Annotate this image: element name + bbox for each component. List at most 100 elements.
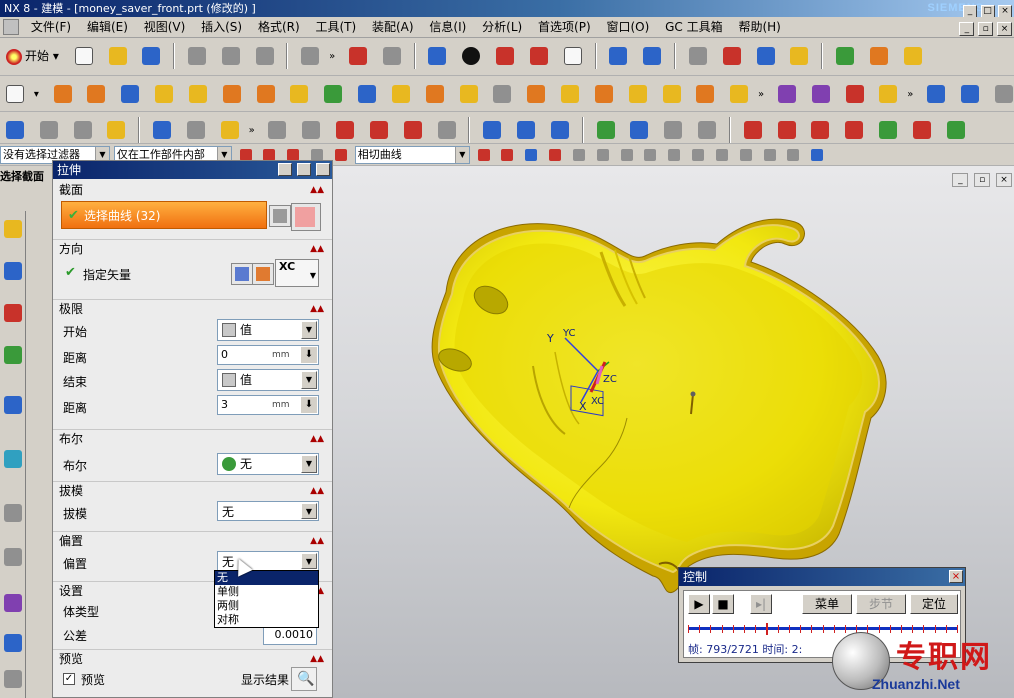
replace-button[interactable] (102, 116, 130, 143)
preview-group-header[interactable]: 预览 ▲▲ (53, 649, 332, 667)
next-frame-button[interactable] (806, 116, 834, 143)
open-file-button[interactable] (104, 42, 132, 70)
trim-body-button[interactable] (590, 80, 618, 108)
tools-button[interactable] (908, 116, 936, 143)
dialog-collapse-button[interactable] (297, 163, 312, 176)
vector-dialog-button[interactable] (252, 263, 274, 285)
control-panel-title-bar[interactable]: 控制 × (679, 568, 965, 586)
constraint-navigator-tab[interactable] (1, 259, 25, 283)
dialog-close-button[interactable] (316, 163, 330, 176)
menu-information[interactable]: 信息(I) (423, 17, 472, 38)
boolean-group-header[interactable]: 布尔 ▲▲ (53, 429, 332, 447)
offset-option-symmetric[interactable]: 对称 (215, 613, 318, 627)
step-button[interactable]: 步节 (856, 594, 906, 614)
surface-button[interactable] (922, 80, 950, 108)
next-button[interactable] (546, 146, 564, 164)
mirror-button[interactable] (725, 80, 753, 108)
fit-view-button[interactable] (344, 42, 372, 70)
split-body-button[interactable] (658, 80, 686, 108)
intersect-button[interactable] (421, 80, 449, 108)
last-frame-button[interactable] (840, 116, 868, 143)
datum-plane-button[interactable] (773, 80, 801, 108)
ruler-button[interactable] (865, 42, 893, 70)
wireframe-view-button[interactable] (491, 42, 519, 70)
offset-group-header[interactable]: 偏置 ▲▲ (53, 531, 332, 549)
draft-dropdown[interactable]: 无 ▼ (217, 501, 319, 521)
wcs-button[interactable] (718, 42, 746, 70)
through-curves-button[interactable] (956, 80, 984, 108)
web-browser-tab[interactable] (1, 393, 25, 417)
sketch-section-button[interactable] (269, 205, 291, 227)
snap-face-button[interactable] (784, 146, 802, 164)
show-result-button[interactable]: 🔍 (291, 667, 317, 691)
limits-group-header[interactable]: 极限 ▲▲ (53, 299, 332, 317)
menu-window[interactable]: 窗口(O) (600, 17, 655, 38)
minimize-button[interactable]: _ (963, 5, 977, 17)
unite-button[interactable] (353, 80, 381, 108)
snap-curve-button[interactable] (641, 146, 659, 164)
toolbar-overflow-icon[interactable]: » (329, 51, 339, 62)
toolbar-overflow-icon[interactable]: » (758, 89, 768, 100)
dialog-reset-button[interactable] (278, 163, 293, 176)
timeline-playhead[interactable] (766, 623, 768, 635)
pan-button[interactable] (378, 42, 406, 70)
reorder-button[interactable] (69, 116, 97, 143)
menu-file[interactable]: 文件(F) (25, 17, 77, 38)
roles-tab[interactable] (1, 667, 25, 691)
play-button[interactable]: ▶ (688, 594, 710, 614)
stack-features-button[interactable] (35, 116, 63, 143)
analysis-button[interactable] (831, 42, 859, 70)
cylinder-button[interactable] (150, 80, 178, 108)
snap-target-button[interactable] (713, 146, 731, 164)
maximize-button[interactable]: □ (980, 5, 995, 17)
undo-button[interactable] (296, 42, 324, 70)
stop-button[interactable]: ■ (712, 594, 734, 614)
limit-end-distance-input[interactable]: 3 mm ⬇ (217, 395, 319, 415)
delete-button[interactable] (841, 80, 869, 108)
menu-button[interactable]: 菜单 (802, 594, 852, 614)
limit-start-dropdown[interactable]: 值 ▼ (217, 319, 319, 341)
extrude-button[interactable] (49, 80, 77, 108)
cone-button[interactable] (184, 80, 212, 108)
revolve-button[interactable] (82, 80, 110, 108)
menu-help[interactable]: 帮助(H) (732, 17, 786, 38)
sweep-button[interactable] (990, 80, 1014, 108)
new-file-button[interactable] (70, 42, 98, 70)
manufacturing-wizard-tab[interactable] (1, 631, 25, 655)
reuse-library-tab[interactable] (1, 343, 25, 367)
feature-params-button[interactable] (1, 116, 29, 143)
solid-filter-button[interactable] (808, 146, 826, 164)
save-button[interactable] (137, 42, 165, 70)
cut-button[interactable] (183, 42, 211, 70)
render-style-button[interactable] (457, 42, 485, 70)
shaded-view-button[interactable] (423, 42, 451, 70)
snap-quadrant-button[interactable] (594, 146, 612, 164)
rectangle-select-button[interactable] (332, 146, 350, 164)
arrow-down-icon[interactable]: ⬇ (301, 397, 317, 413)
copy-button[interactable] (217, 42, 245, 70)
step-forward-button[interactable]: ▸| (750, 594, 772, 614)
snap-plus-button[interactable] (737, 146, 755, 164)
menu-analysis[interactable]: 分析(L) (476, 17, 528, 38)
export-button[interactable] (942, 116, 970, 143)
axes-button[interactable] (693, 116, 721, 143)
pattern-button[interactable] (691, 80, 719, 108)
history-tab[interactable] (1, 447, 25, 471)
section-group-header[interactable]: 截面 ▲▲ (53, 181, 332, 199)
process-studio-tab[interactable] (1, 591, 25, 615)
offset-option-two-sided[interactable]: 两侧 (215, 599, 318, 613)
measure-button[interactable] (785, 42, 813, 70)
reverse-direction-button[interactable] (231, 263, 253, 285)
prev-frame-button[interactable] (773, 116, 801, 143)
start-button[interactable]: 开始 ▾ (2, 42, 63, 70)
check-button[interactable] (592, 116, 620, 143)
menu-preferences[interactable]: 首选项(P) (532, 17, 597, 38)
copy-feature-button[interactable] (874, 80, 902, 108)
angle-button[interactable] (899, 42, 927, 70)
grid-button[interactable] (625, 116, 653, 143)
g0-button[interactable] (297, 116, 325, 143)
part-navigator-tab[interactable] (1, 301, 25, 325)
table-button[interactable] (659, 116, 687, 143)
paste-button[interactable] (251, 42, 279, 70)
cylinder-info-button[interactable] (478, 116, 506, 143)
